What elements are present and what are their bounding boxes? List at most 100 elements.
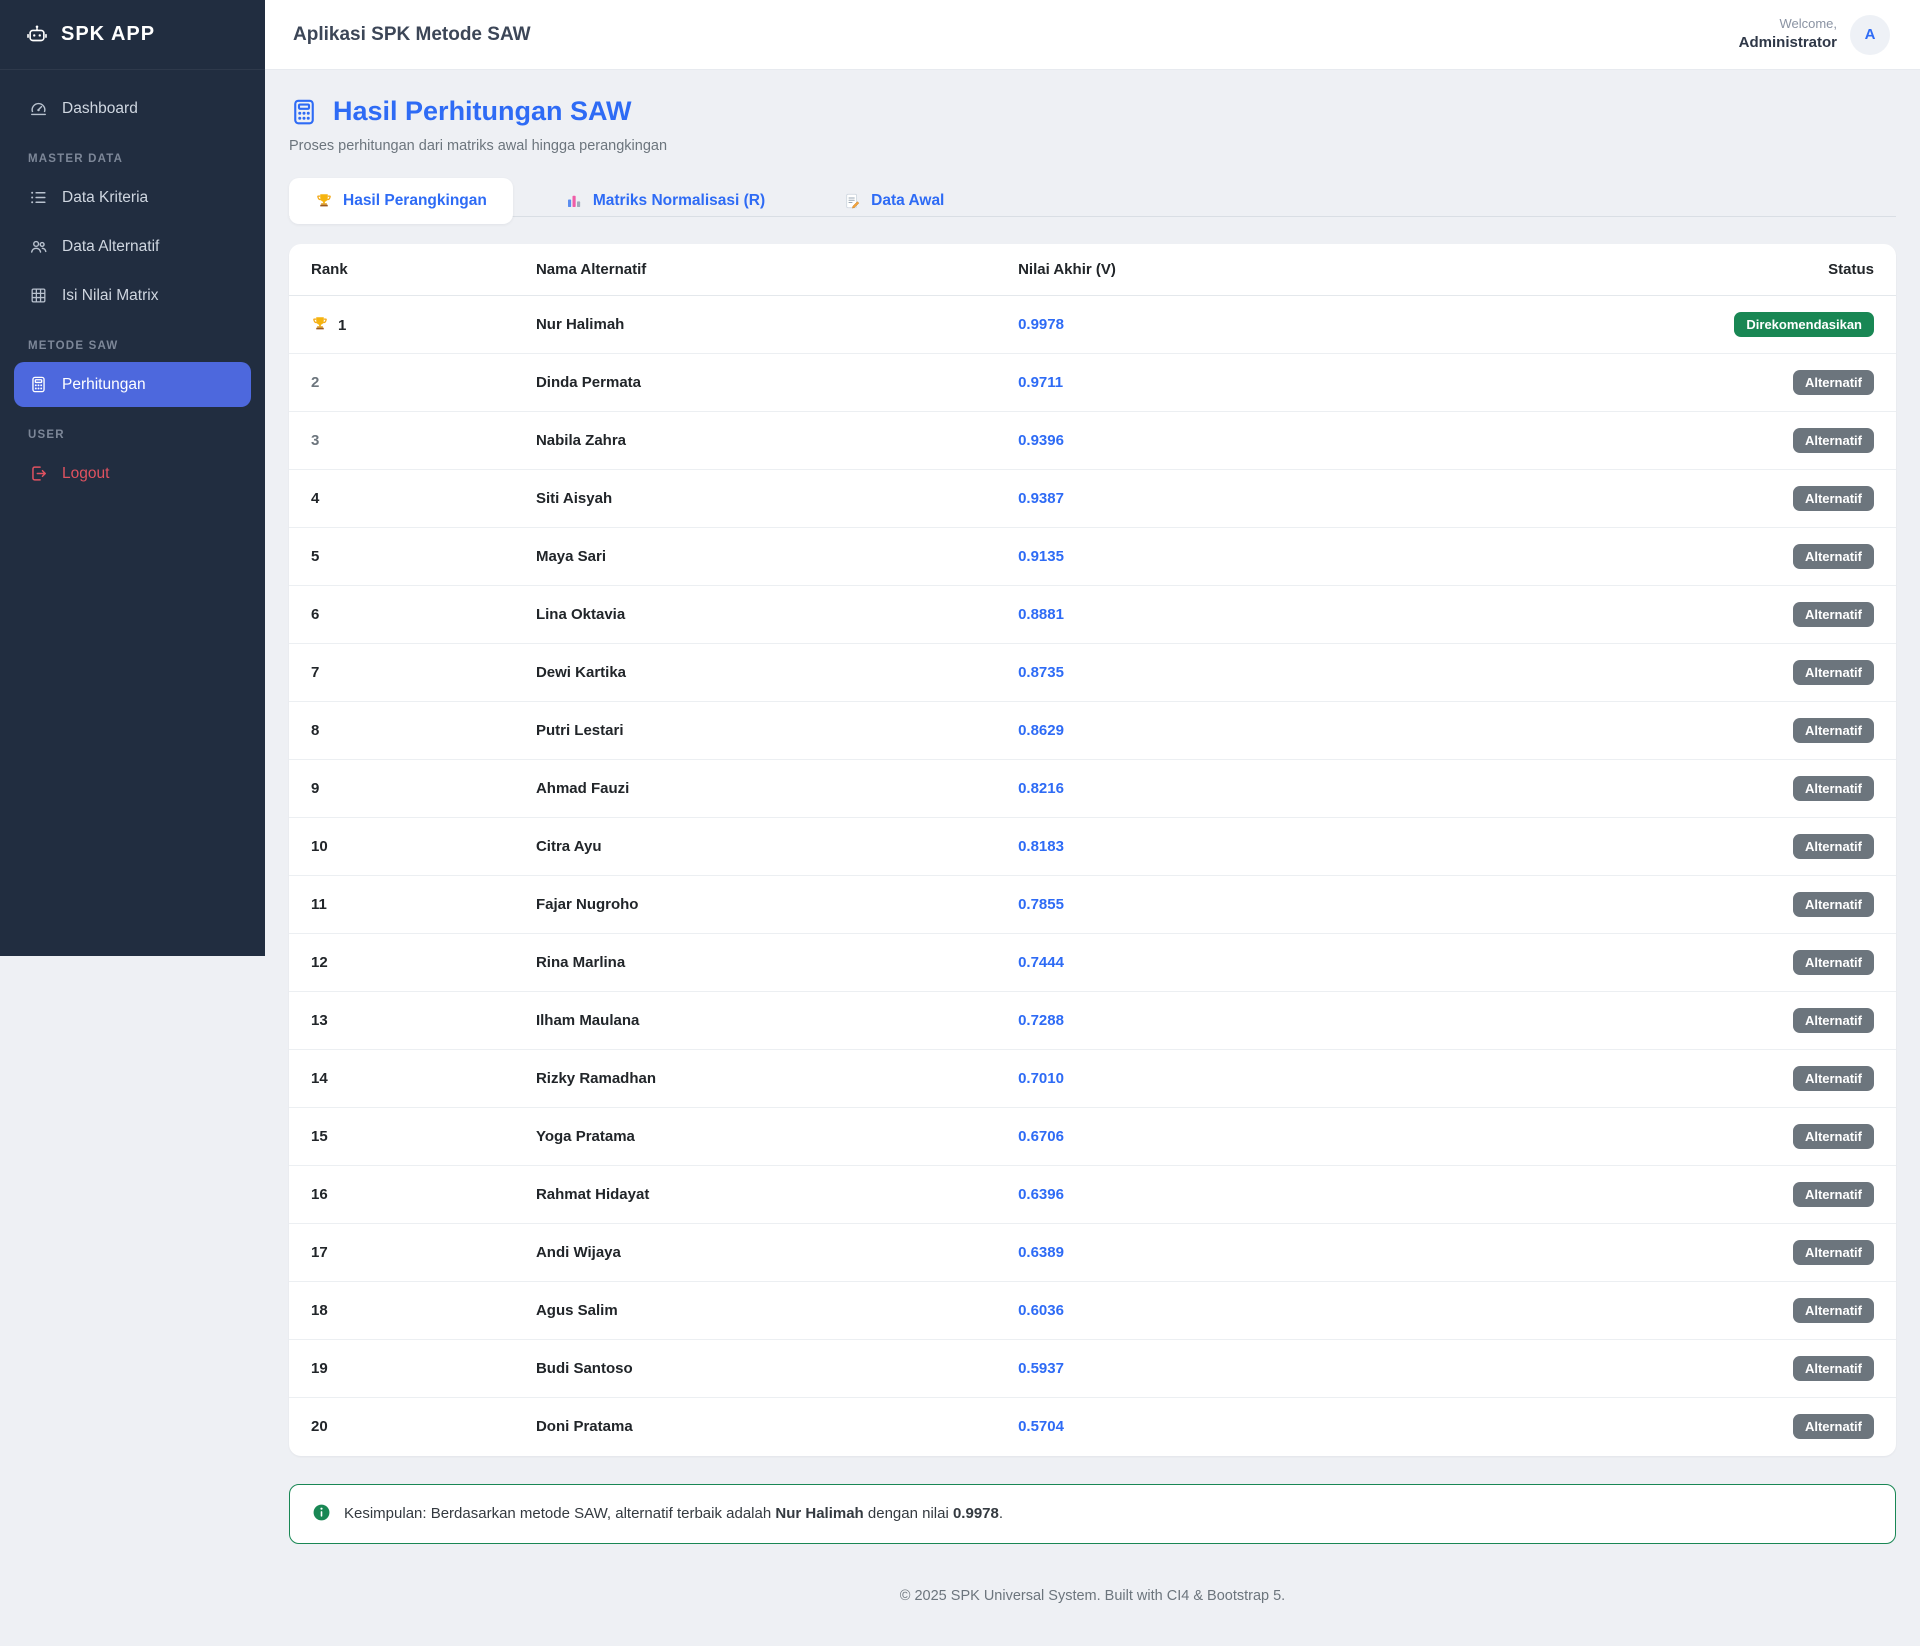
- value-cell: 0.5704: [1018, 1418, 1064, 1436]
- users-icon: [29, 237, 48, 256]
- tab-matriks-normalisasi-r[interactable]: Matriks Normalisasi (R): [539, 178, 791, 224]
- status-cell: Alternatif: [1654, 1165, 1896, 1224]
- status-cell: Alternatif: [1654, 1223, 1896, 1282]
- tab-data-awal[interactable]: Data Awal: [817, 178, 970, 224]
- status-cell: Alternatif: [1654, 1281, 1896, 1340]
- rank-cell: 9: [289, 759, 514, 818]
- conclusion-text: Kesimpulan: Berdasarkan metode SAW, alte…: [344, 1504, 1003, 1524]
- calculator-icon: [29, 375, 48, 394]
- sidebar-item-label: Perhitungan: [62, 375, 146, 393]
- sidebar-item-logout[interactable]: Logout: [14, 451, 251, 496]
- robot-icon: [26, 24, 48, 46]
- footer: © 2025 SPK Universal System. Built with …: [899, 1587, 1286, 1604]
- tab-label: Matriks Normalisasi (R): [592, 192, 766, 209]
- sidebar-nav: Dashboard MASTER DATA Data Kriteria Data …: [0, 70, 265, 516]
- status-cell: Direkomendasikan: [1654, 295, 1896, 354]
- status-cell: Alternatif: [1654, 759, 1896, 818]
- sidebar-item-label: Data Kriteria: [62, 188, 149, 206]
- name-cell: Budi Santoso: [513, 1339, 997, 1398]
- name-cell: Nur Halimah: [513, 295, 997, 354]
- status-cell: Alternatif: [1654, 817, 1896, 876]
- table-row: 9 Ahmad Fauzi 0.8216 Alternatif: [289, 759, 1896, 818]
- table-row: 7 Dewi Kartika 0.8735 Alternatif: [289, 643, 1896, 702]
- rank-cell: 12: [289, 933, 514, 992]
- conclusion-prefix: Kesimpulan: Berdasarkan metode SAW, alte…: [344, 1504, 772, 1522]
- name-cell: Fajar Nugroho: [513, 875, 997, 934]
- grid-icon: [29, 286, 48, 305]
- table-row: 1 Nur Halimah 0.9978 Direkomendasikan: [289, 295, 1896, 354]
- sidebar-section-label: METODE SAW: [28, 340, 119, 352]
- rank-cell: 2: [289, 353, 514, 412]
- name-cell: Lina Oktavia: [513, 585, 997, 644]
- value-cell: 0.5937: [996, 1339, 1655, 1398]
- rank-cell: 20: [311, 1418, 328, 1436]
- name-cell: Dinda Permata: [513, 353, 997, 412]
- value-cell: 0.6389: [996, 1223, 1655, 1282]
- avatar[interactable]: A: [1850, 14, 1890, 55]
- table-row: 14 Rizky Ramadhan 0.7010 Alternatif: [289, 1049, 1896, 1108]
- table-row: 2 Dinda Permata 0.9711 Alternatif: [289, 353, 1896, 412]
- status-badge: Alternatif: [1792, 486, 1874, 511]
- rank-cell: 3: [289, 411, 514, 470]
- value-cell: 0.9135: [996, 527, 1655, 586]
- conclusion-alert: Kesimpulan: Berdasarkan metode SAW, alte…: [289, 1483, 1896, 1544]
- calculator-icon: [289, 97, 319, 127]
- dashboard-icon: [29, 99, 48, 118]
- sidebar-item-perhitungan[interactable]: Perhitungan: [14, 362, 251, 407]
- column-header-status: Status: [1654, 244, 1896, 296]
- table-row: 20 Doni Pratama 0.5704 Alternatif: [289, 1398, 1896, 1456]
- table-row: 19 Budi Santoso 0.5937 Alternatif: [289, 1339, 1896, 1398]
- table-row: 8 Putri Lestari 0.8629 Alternatif: [289, 701, 1896, 760]
- value-cell: 0.7010: [996, 1049, 1655, 1108]
- value-cell: 0.9978: [996, 295, 1655, 354]
- value-cell: 0.7288: [996, 991, 1655, 1050]
- bar-chart-icon: [565, 192, 583, 210]
- status-badge: Alternatif: [1792, 892, 1874, 917]
- main-content: Hasil Perhitungan SAW Proses perhitungan…: [265, 70, 1920, 1640]
- status-badge: Alternatif: [1792, 1066, 1874, 1091]
- tab-hasil-perangkingan[interactable]: Hasil Perangkingan: [289, 178, 513, 224]
- status-cell: Alternatif: [1654, 585, 1896, 644]
- table-row: 11 Fajar Nugroho 0.7855 Alternatif: [289, 875, 1896, 934]
- value-cell: 0.8881: [996, 585, 1655, 644]
- status-badge: Alternatif: [1792, 950, 1874, 975]
- status-badge: Alternatif: [1792, 834, 1874, 859]
- sidebar-item-label: Logout: [62, 464, 110, 482]
- table-header-row: Rank Nama Alternatif Nilai Akhir (V) Status: [289, 244, 1896, 296]
- name-cell: Putri Lestari: [513, 701, 997, 760]
- table-row: 6 Lina Oktavia 0.8881 Alternatif: [289, 585, 1896, 644]
- rank-cell: 1: [289, 295, 514, 354]
- status-cell: Alternatif: [1654, 353, 1896, 412]
- table-row: 12 Rina Marlina 0.7444 Alternatif: [289, 933, 1896, 992]
- conclusion-suffix: .: [998, 1504, 1004, 1522]
- status-cell: Alternatif: [1654, 527, 1896, 586]
- sidebar-item-data-kriteria[interactable]: Data Kriteria: [14, 175, 251, 220]
- page-subtitle: Proses perhitungan dari matriks awal hin…: [289, 138, 668, 154]
- rank-cell: 17: [289, 1223, 514, 1282]
- sidebar-item-isi-nilai-matrix[interactable]: Isi Nilai Matrix: [14, 273, 251, 318]
- table-row: 17 Andi Wijaya 0.6389 Alternatif: [289, 1223, 1896, 1282]
- status-badge: Alternatif: [1792, 1124, 1874, 1149]
- rank-cell: 8: [289, 701, 514, 760]
- status-cell: Alternatif: [1654, 701, 1896, 760]
- status-cell: Alternatif: [1654, 1107, 1896, 1166]
- name-cell: Yoga Pratama: [513, 1107, 997, 1166]
- rank-cell: 7: [289, 643, 514, 702]
- value-cell: 0.8216: [996, 759, 1655, 818]
- logout-icon: [29, 464, 48, 483]
- table-row: 13 Ilham Maulana 0.7288 Alternatif: [289, 991, 1896, 1050]
- table-row: 15 Yoga Pratama 0.6706 Alternatif: [289, 1107, 1896, 1166]
- value-cell: 0.9387: [996, 469, 1655, 528]
- sidebar-item-dashboard[interactable]: Dashboard: [14, 86, 251, 131]
- status-cell: Alternatif: [1654, 469, 1896, 528]
- sidebar-section-label: MASTER DATA: [28, 153, 124, 165]
- rank-cell: 19: [289, 1339, 514, 1398]
- sidebar-item-data-alternatif[interactable]: Data Alternatif: [14, 224, 251, 269]
- conclusion-value: 0.9978: [952, 1504, 999, 1522]
- name-cell: Dewi Kartika: [513, 643, 997, 702]
- status-badge: Alternatif: [1792, 660, 1874, 685]
- rank-cell: 5: [289, 527, 514, 586]
- status-badge: Direkomendasikan: [1734, 312, 1874, 337]
- results-card: Rank Nama Alternatif Nilai Akhir (V) Status…: [289, 244, 1896, 1456]
- value-cell: 0.6706: [996, 1107, 1655, 1166]
